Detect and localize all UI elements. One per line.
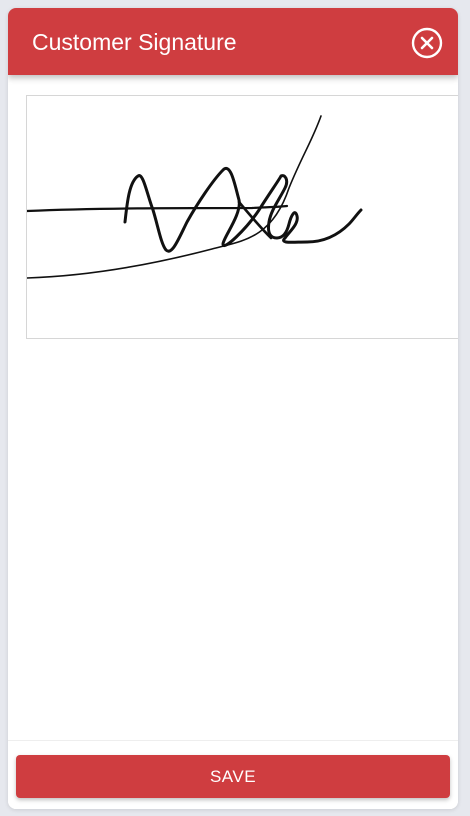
- close-circle-icon: [411, 27, 443, 59]
- modal-header: Customer Signature: [8, 8, 458, 75]
- signature-canvas[interactable]: [25, 95, 458, 339]
- signature-modal: Customer Signature SAVE: [8, 8, 458, 809]
- save-button[interactable]: SAVE: [16, 755, 450, 798]
- modal-title: Customer Signature: [32, 29, 237, 55]
- modal-footer: SAVE: [8, 740, 458, 809]
- close-button[interactable]: [411, 27, 443, 59]
- signature-drawing: [25, 115, 363, 279]
